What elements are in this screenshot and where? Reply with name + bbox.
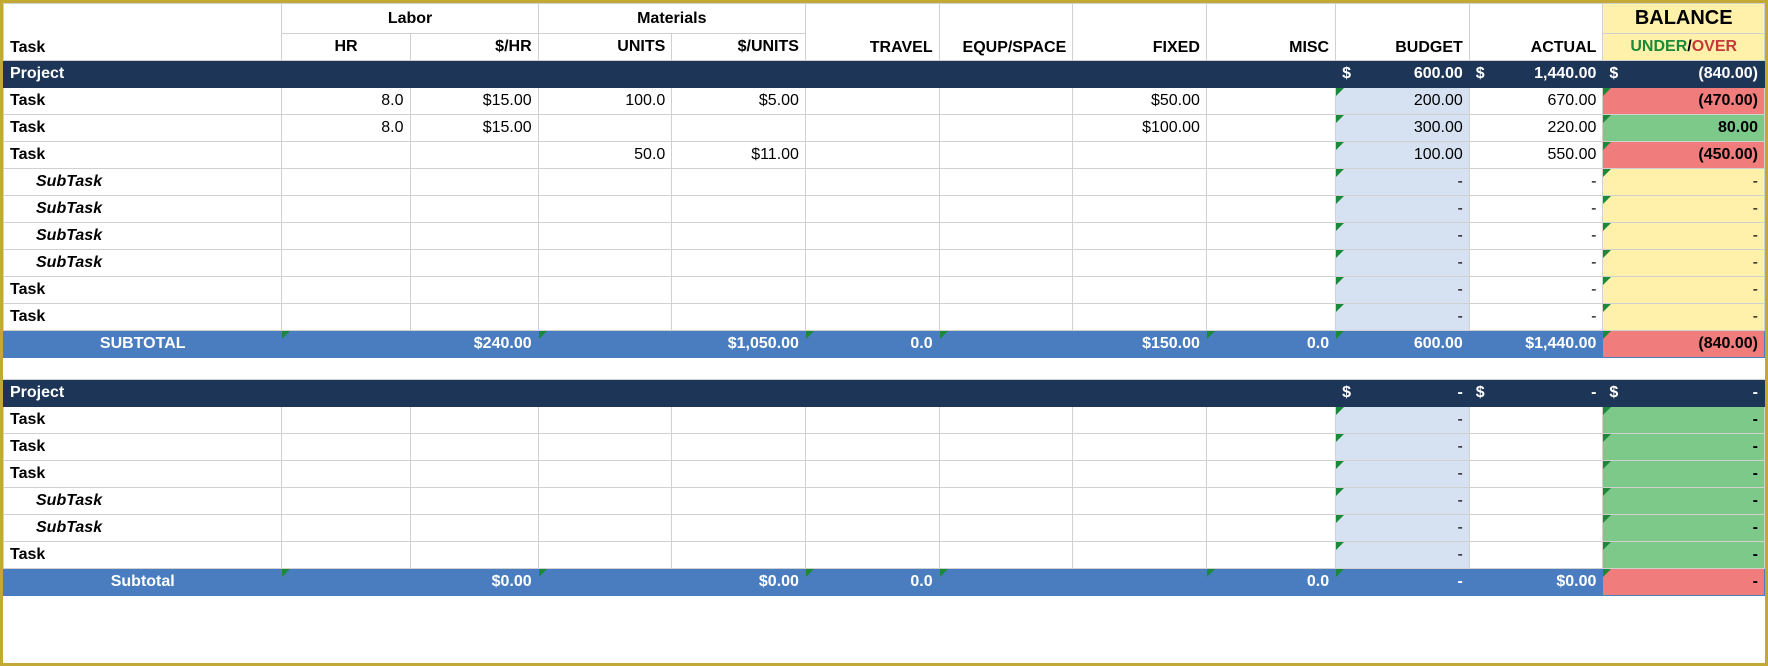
col-travel: TRAVEL [805, 4, 939, 61]
col-balance: BALANCE [1603, 4, 1765, 34]
table-row[interactable]: SubTask - - [4, 488, 1765, 515]
col-labor-rate: $/HR [410, 34, 538, 61]
project-row[interactable]: Project $- $- $- [4, 380, 1765, 407]
table-row[interactable]: SubTask - - - [4, 196, 1765, 223]
table-row[interactable]: SubTask - - - [4, 223, 1765, 250]
project-budget: $600.00 [1336, 61, 1470, 88]
blank-row [4, 358, 1765, 380]
table-row[interactable]: Task - - [4, 407, 1765, 434]
table-row[interactable]: Task - - - [4, 304, 1765, 331]
table-row[interactable]: Task - - [4, 542, 1765, 569]
subtotal-row: SUBTOTAL $240.00 $1,050.00 0.0 $150.00 0… [4, 331, 1765, 358]
col-balance-sub: UNDER/OVER [1603, 34, 1765, 61]
col-budget: BUDGET [1336, 4, 1470, 61]
col-materials-group: Materials [538, 4, 805, 34]
subtotal-row: Subtotal $0.00 $0.00 0.0 0.0 - $0.00 - [4, 569, 1765, 596]
col-materials-rate: $/UNITS [672, 34, 806, 61]
table-row[interactable]: Task - - [4, 434, 1765, 461]
col-misc: MISC [1206, 4, 1335, 61]
budget-spreadsheet[interactable]: Task Labor Materials TRAVEL EQUP/SPACE F… [3, 3, 1765, 596]
col-materials-units: UNITS [538, 34, 672, 61]
project-title: Project [4, 61, 1336, 88]
col-labor-hr: HR [282, 34, 410, 61]
col-actual: ACTUAL [1469, 4, 1603, 61]
table-row[interactable]: Task 8.0 $15.00 100.0 $5.00 $50.00 200.0… [4, 88, 1765, 115]
table-row[interactable]: SubTask - - - [4, 169, 1765, 196]
header-row-1: Task Labor Materials TRAVEL EQUP/SPACE F… [4, 4, 1765, 34]
table-row[interactable]: SubTask - - [4, 515, 1765, 542]
project-actual: $1,440.00 [1469, 61, 1603, 88]
table-row[interactable]: Task 8.0 $15.00 $100.00 300.00 220.00 80… [4, 115, 1765, 142]
col-labor-group: Labor [282, 4, 538, 34]
project-balance: $(840.00) [1603, 61, 1765, 88]
table-row[interactable]: Task - - [4, 461, 1765, 488]
col-equp: EQUP/SPACE [939, 4, 1073, 61]
project-row[interactable]: Project $600.00 $1,440.00 $(840.00) [4, 61, 1765, 88]
table-row[interactable]: Task - - - [4, 277, 1765, 304]
col-fixed: FIXED [1073, 4, 1207, 61]
col-task: Task [4, 4, 282, 61]
table-row[interactable]: SubTask - - - [4, 250, 1765, 277]
table-row[interactable]: Task 50.0 $11.00 100.00 550.00 (450.00) [4, 142, 1765, 169]
